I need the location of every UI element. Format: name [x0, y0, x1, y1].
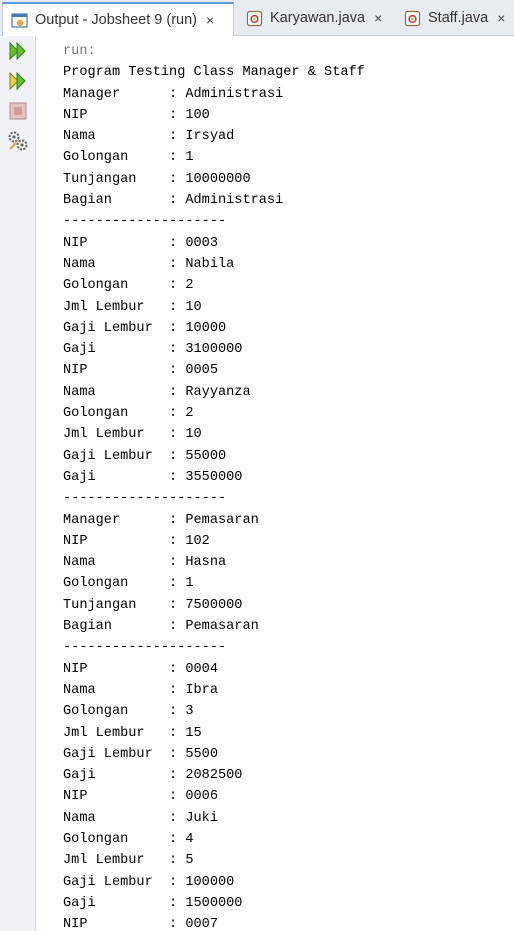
console-line: Nama : Irsyad — [63, 129, 235, 145]
tab-output[interactable]: Output - Jobsheet 9 (run) × — [2, 2, 234, 36]
console-line: Golongan : 2 — [63, 406, 194, 422]
console-line: NIP : 100 — [63, 107, 210, 123]
console-line: Nama : Ibra — [63, 682, 218, 698]
stop-button[interactable] — [7, 100, 29, 122]
close-icon[interactable]: × — [374, 10, 382, 26]
output-console[interactable]: run: Program Testing Class Manager & Staf… — [63, 41, 514, 931]
console-line: Nama : Nabila — [63, 256, 235, 272]
rerun-button[interactable] — [7, 40, 29, 62]
console-line: -------------------- — [63, 214, 227, 230]
console-line: Jml Lembur : 5 — [63, 853, 194, 869]
console-line: Gaji Lembur : 10000 — [63, 320, 227, 336]
console-line: NIP : 0005 — [63, 363, 218, 379]
console-line: Gaji Lembur : 55000 — [63, 448, 227, 464]
console-line: Nama : Juki — [63, 810, 218, 826]
output-icon — [11, 12, 28, 28]
close-icon[interactable]: × — [497, 10, 505, 26]
console-line: Tunjangan : 10000000 — [63, 171, 251, 187]
console-line: Jml Lembur : 15 — [63, 725, 202, 741]
tab-bar: Output - Jobsheet 9 (run) × Karyawan.jav… — [0, 0, 514, 36]
console-line: Manager : Pemasaran — [63, 512, 259, 528]
console-line: Gaji : 3100000 — [63, 342, 243, 358]
console-line: Gaji Lembur : 100000 — [63, 874, 235, 890]
console-line: -------------------- — [63, 491, 227, 507]
rerun-with-options-button[interactable] — [7, 70, 29, 92]
console-line: NIP : 0004 — [63, 661, 218, 677]
console-line: Golongan : 1 — [63, 150, 194, 166]
console-line: Jml Lembur : 10 — [63, 427, 202, 443]
console-line: Nama : Rayyanza — [63, 384, 251, 400]
console-line: Bagian : Pemasaran — [63, 619, 259, 635]
console-line: Gaji : 2082500 — [63, 768, 243, 784]
console-line: NIP : 0003 — [63, 235, 218, 251]
console-line: Gaji : 1500000 — [63, 895, 243, 911]
tab-staff-java-label: Staff.java — [428, 10, 489, 26]
stop-icon — [9, 102, 27, 120]
console-line: Gaji : 3550000 — [63, 469, 243, 485]
rerun-icon — [9, 41, 26, 61]
console-line: Jml Lembur : 10 — [63, 299, 202, 315]
console-line: Tunjangan : 7500000 — [63, 597, 243, 613]
console-line: Golongan : 2 — [63, 278, 194, 294]
console-line: Manager : Administrasi — [63, 86, 284, 102]
console-line: Golongan : 3 — [63, 704, 194, 720]
console-line: NIP : 102 — [63, 533, 210, 549]
console-line: Golongan : 4 — [63, 831, 194, 847]
tab-karyawan-java-label: Karyawan.java — [270, 10, 366, 26]
settings-button[interactable] — [7, 130, 29, 152]
tab-karyawan-java[interactable]: Karyawan.java × — [238, 2, 394, 34]
close-icon[interactable]: × — [206, 12, 214, 28]
console-line: NIP : 0006 — [63, 789, 218, 805]
rerun-with-options-icon — [9, 71, 26, 91]
settings-icon — [8, 131, 28, 151]
console-line: Nama : Hasna — [63, 555, 227, 571]
console-line: Gaji Lembur : 5500 — [63, 746, 218, 762]
console-line: -------------------- — [63, 640, 227, 656]
console-line: Golongan : 1 — [63, 576, 194, 592]
java-file-icon — [404, 10, 421, 26]
console-line: NIP : 0007 — [63, 917, 218, 931]
java-file-icon — [246, 10, 263, 26]
tab-staff-java[interactable]: Staff.java × — [396, 2, 514, 34]
console-line: Program Testing Class Manager & Staff — [63, 65, 365, 81]
output-toolbar — [0, 36, 36, 931]
console-run-line: run: — [63, 44, 96, 59]
tab-output-label: Output - Jobsheet 9 (run) — [35, 12, 197, 28]
console-line: Bagian : Administrasi — [63, 193, 284, 209]
